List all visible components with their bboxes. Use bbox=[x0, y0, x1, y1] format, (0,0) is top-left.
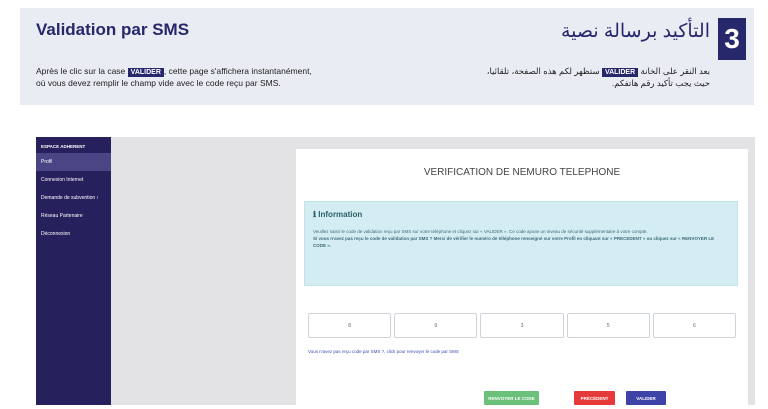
sidebar-item-connexion-internet[interactable]: Connexion Internet bbox=[36, 171, 111, 189]
banner-text-fr: Après le clic sur la case VALIDER, cette… bbox=[36, 66, 366, 88]
resend-code-button[interactable]: RENVOYER LE CODE bbox=[484, 391, 539, 405]
sidebar-item-label: Profil bbox=[41, 159, 53, 165]
info-header: ℹ Information bbox=[313, 210, 362, 219]
info-text-1: Veuillez saisir le code de validation re… bbox=[313, 229, 648, 234]
banner-text-fr-part3: où vous devez remplir le champ vide avec… bbox=[36, 78, 281, 88]
resend-code-link[interactable]: Vous n'avez pas reçu code par SMS ?, cli… bbox=[308, 349, 459, 354]
valider-tag-fr: VALIDER bbox=[127, 68, 164, 77]
valider-tag-ar: VALIDER bbox=[601, 68, 639, 77]
banner-text-ar-part3: حيث يجب تأكيد رقم هاتفكم. bbox=[611, 78, 710, 88]
banner-text-fr-part1: Après le clic sur la case bbox=[36, 66, 126, 76]
info-text-2: Si vous n'avez pas reçu le code de valid… bbox=[313, 236, 715, 248]
otp-digit-input[interactable]: 6 bbox=[652, 313, 737, 338]
sidebar-item-label: Déconnexion bbox=[41, 231, 71, 237]
otp-code-inputs: 8 9 3 5 6 bbox=[308, 313, 737, 338]
info-title: Information bbox=[318, 210, 363, 219]
otp-digit-input[interactable]: 3 bbox=[480, 313, 564, 338]
banner-title-ar: التأكيد برسالة نصية bbox=[560, 21, 710, 42]
app-screenshot: ESPACE ADHERENT Profil Connexion Interne… bbox=[36, 137, 755, 405]
sidebar-item-deconnexion[interactable]: Déconnexion bbox=[36, 225, 111, 243]
sidebar-header: ESPACE ADHERENT bbox=[41, 144, 86, 149]
info-text: Veuillez saisir le code de validation re… bbox=[313, 228, 718, 249]
info-alert: ℹ Information Veuillez saisir le code de… bbox=[304, 201, 738, 286]
banner-text-ar-part2: ستظهر لكم هذه الصفحة، تلقائيا، bbox=[486, 66, 600, 76]
verification-card: VERIFICATION DE NEMURO TELEPHONE ℹ Infor… bbox=[296, 149, 748, 405]
sidebar-item-label: Demande de subvention bbox=[41, 195, 96, 201]
validate-button[interactable]: VALIDER bbox=[626, 391, 666, 405]
step-number: 3 bbox=[718, 18, 746, 60]
sidebar-item-demande-de-subvention[interactable]: Demande de subvention › bbox=[36, 189, 111, 207]
previous-button[interactable]: PRÉCÉDENT bbox=[574, 391, 615, 405]
instruction-banner: Validation par SMS Après le clic sur la … bbox=[20, 8, 754, 105]
otp-digit-input[interactable]: 5 bbox=[566, 313, 650, 338]
banner-title-fr: Validation par SMS bbox=[36, 20, 190, 39]
sidebar-item-label: Connexion Internet bbox=[41, 177, 84, 183]
sidebar-item-label: Réseau Partenaire bbox=[41, 213, 83, 219]
banner-text-ar: بعد النقر على الخانة VALIDER ستظهر لكم ه… bbox=[410, 66, 710, 89]
info-icon: ℹ bbox=[313, 210, 317, 219]
sidebar-item-reseau-partenaire[interactable]: Réseau Partenaire bbox=[36, 207, 111, 225]
banner-text-ar-part1: بعد النقر على الخانة bbox=[640, 66, 710, 76]
otp-digit-input[interactable]: 8 bbox=[308, 313, 392, 338]
sidebar-item-profil[interactable]: Profil bbox=[36, 153, 111, 171]
otp-digit-input[interactable]: 9 bbox=[394, 313, 478, 338]
banner-text-fr-part2: , cette page s'affichera instantanément, bbox=[163, 66, 312, 76]
sidebar: ESPACE ADHERENT Profil Connexion Interne… bbox=[36, 137, 111, 405]
chevron-right-icon: › bbox=[96, 195, 99, 201]
page-title: VERIFICATION DE NEMURO TELEPHONE bbox=[423, 167, 621, 178]
